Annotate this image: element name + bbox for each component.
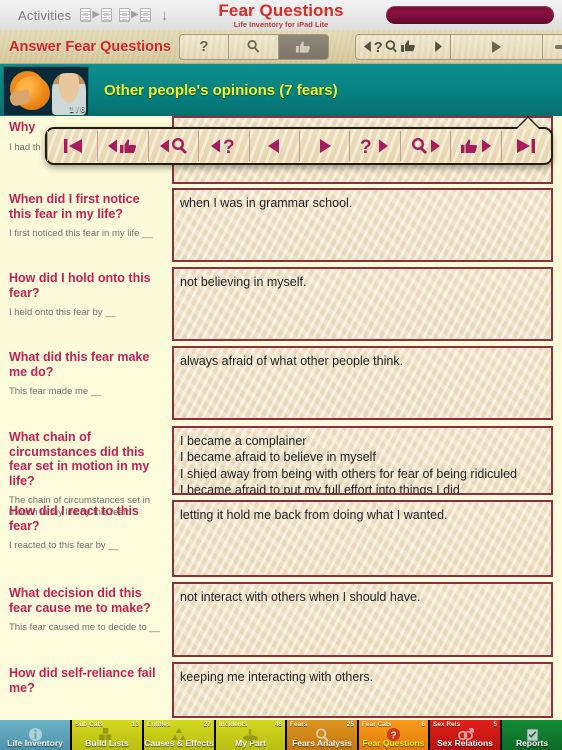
- tab-badge-label: Incidents: [219, 721, 248, 728]
- next-answered-button[interactable]: [451, 131, 502, 161]
- question-label-1: When did I first notice this fear in my …: [9, 188, 172, 267]
- answer-field-3[interactable]: always afraid of what other people think…: [172, 346, 553, 420]
- question-label-4: What chain of circumstances did this fea…: [9, 426, 172, 518]
- recycle-icon: [144, 727, 214, 741]
- question-list[interactable]: Why I had th When did I first notice thi…: [0, 116, 562, 720]
- next-button[interactable]: [300, 131, 351, 161]
- toolbar-group-1: ?: [178, 33, 329, 60]
- status-bar: Activities ▶ ▶ ↓ Fear Questions Life Inv…: [0, 0, 562, 30]
- search-button[interactable]: [228, 33, 279, 60]
- previous-button[interactable]: [250, 131, 301, 161]
- svg-text:?: ?: [360, 137, 372, 155]
- question-hint: This fear made me __: [9, 386, 102, 397]
- prev-question-button[interactable]: ?: [199, 131, 250, 161]
- last-record-button[interactable]: [502, 131, 551, 161]
- sidebar-item-my-part[interactable]: Incidents 48 My Part: [216, 720, 287, 750]
- page-title: Answer Fear Questions: [9, 38, 171, 55]
- activities-icons: ▶ ▶ ↓: [80, 8, 168, 23]
- tab-badge-label: Entities: [147, 721, 171, 728]
- svg-text:?: ?: [390, 731, 396, 742]
- help-button[interactable]: ?: [178, 33, 229, 60]
- question-title: What chain of circumstances did this fea…: [9, 430, 150, 488]
- question-title: What did this fear make me do?: [9, 350, 150, 379]
- anvil-icon: [216, 728, 285, 741]
- question-label-3: What did this fear make me do? This fear…: [9, 346, 172, 426]
- category-title: Other people's opinions (7 fears): [104, 81, 338, 99]
- progress-pill[interactable]: [386, 6, 554, 24]
- question-row-4: What chain of circumstances did this fea…: [0, 426, 562, 518]
- svg-text:?: ?: [374, 40, 383, 55]
- answer-field-2[interactable]: not believing in myself.: [172, 267, 553, 341]
- question-row-6: What decision did this fear cause me to …: [0, 582, 562, 662]
- sidebar-item-fears-analysis[interactable]: Fears 25 Fears Analysis: [287, 720, 359, 750]
- question-row-5: How did I react to this fear? I reacted …: [0, 500, 562, 582]
- tab-badge-count: 5: [493, 721, 497, 728]
- sidebar-item-life-inventory[interactable]: Life Inventory: [0, 720, 72, 750]
- sidebar-item-sex-relations[interactable]: Sex Rels 5 Sex Relations: [430, 720, 502, 750]
- next-question-button[interactable]: ?: [350, 131, 401, 161]
- question-hint: I first noticed this fear in my life __: [9, 228, 153, 239]
- question-row-7: How did self-reliance fail me? keeping m…: [0, 662, 562, 720]
- section-toolbar: Answer Fear Questions ? ?: [0, 30, 562, 64]
- tab-badge-count: 6: [421, 721, 425, 728]
- answer-field-4[interactable]: I became a complainer I became afraid to…: [172, 426, 553, 495]
- first-record-button[interactable]: [47, 131, 99, 161]
- question-label-2: How did I hold onto this fear? I held on…: [9, 267, 172, 346]
- question-label-5: How did I react to this fear? I reacted …: [9, 500, 172, 582]
- tab-badge-count: 13: [131, 721, 139, 728]
- thumbs-up-button[interactable]: [278, 33, 329, 60]
- gender-icon: [430, 727, 500, 741]
- fear-category-photo[interactable]: 1 / 6: [3, 65, 89, 116]
- next-search-button[interactable]: [401, 131, 452, 161]
- sidebar-item-reports[interactable]: Reports: [502, 720, 562, 750]
- magnifier-icon: [287, 727, 357, 742]
- sidebar-item-causes-effects[interactable]: Entities 27 Causes & Effects: [144, 720, 216, 750]
- question-title: How did self-reliance fail me?: [9, 666, 156, 695]
- tab-badge-count: 27: [203, 721, 211, 728]
- activities-label: Activities: [18, 7, 72, 23]
- question-badge-icon: ?: [359, 727, 428, 742]
- question-title: How did I react to this fear?: [9, 504, 139, 533]
- answer-field-6[interactable]: not interact with others when I should h…: [172, 582, 553, 657]
- bottom-tab-bar: Life Inventory Sub Cats 13 Build Lists E…: [0, 720, 562, 750]
- tab-badge-label: Sub Cats: [75, 721, 104, 728]
- category-header: 1 / 6 Other people's opinions (7 fears): [0, 64, 562, 116]
- question-row-1: When did I first notice this fear in my …: [0, 188, 562, 267]
- question-hint: This fear caused me to decide to __: [9, 622, 161, 633]
- answer-field-7[interactable]: keeping me interacting with others.: [172, 662, 553, 718]
- tab-badge-label: Fears: [290, 721, 308, 728]
- nav-cluster-button[interactable]: ?: [354, 33, 451, 60]
- app-root: Activities ▶ ▶ ↓ Fear Questions Life Inv…: [0, 0, 562, 750]
- navigation-popover: ? ?: [45, 127, 553, 165]
- question-label-6: What decision did this fear cause me to …: [9, 582, 172, 662]
- answer-field-5[interactable]: letting it hold me back from doing what …: [172, 500, 553, 577]
- tab-badge-count: 25: [346, 721, 354, 728]
- answer-field-1[interactable]: when I was in grammar school.: [172, 188, 553, 262]
- svg-text:?: ?: [223, 137, 235, 155]
- question-row-3: What did this fear make me do? This fear…: [0, 346, 562, 426]
- sidebar-item-fear-questions[interactable]: Fear Cats 6 ? Fear Questions: [359, 720, 430, 750]
- prev-answered-button[interactable]: [98, 131, 149, 161]
- question-hint: I reacted to this fear by __: [9, 540, 119, 551]
- question-title: When did I first notice this fear in my …: [9, 192, 140, 221]
- toolbar-group-2: ?: [354, 33, 562, 60]
- tab-badge-count: 48: [274, 721, 282, 728]
- info-icon: [0, 727, 70, 742]
- clipboard-icon: [502, 728, 562, 741]
- sidebar-item-build-lists[interactable]: Sub Cats 13 Build Lists: [72, 720, 144, 750]
- prev-search-button[interactable]: [149, 131, 200, 161]
- question-label-7: How did self-reliance fail me?: [9, 662, 172, 720]
- download-arrow-icon[interactable]: ↓: [161, 8, 169, 23]
- doc-transfer-icon-2[interactable]: ▶: [119, 8, 151, 22]
- thumb-counter: 1 / 6: [69, 104, 85, 114]
- play-next-button[interactable]: [450, 33, 543, 60]
- question-title: How did I hold onto this fear?: [9, 271, 151, 300]
- question-hint: I held onto this fear by __: [9, 307, 116, 318]
- blocks-icon: [72, 728, 142, 741]
- question-title: What decision did this fear cause me to …: [9, 586, 151, 615]
- mallet-button[interactable]: [542, 33, 562, 60]
- doc-transfer-icon[interactable]: ▶: [80, 8, 112, 22]
- question-row-2: How did I hold onto this fear? I held on…: [0, 267, 562, 346]
